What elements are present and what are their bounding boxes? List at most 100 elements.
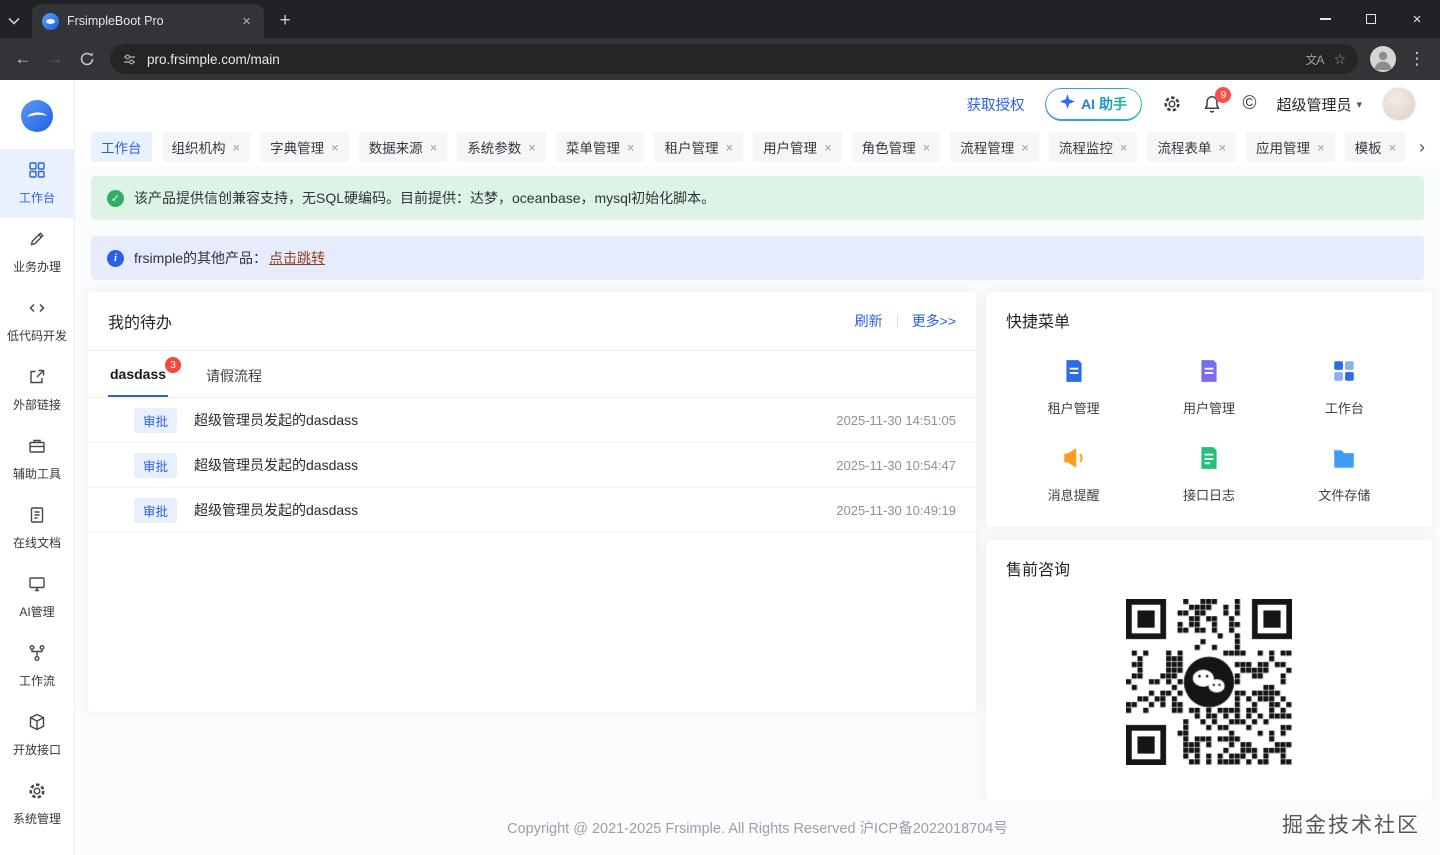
site-info-icon[interactable] — [122, 52, 137, 67]
wechat-qr-code — [1126, 599, 1292, 765]
tabs-scroll-right-icon[interactable]: › — [1410, 128, 1434, 166]
back-button[interactable]: ← — [8, 44, 38, 74]
quick-menu-item-api-log[interactable]: 接口日志 — [1141, 445, 1276, 504]
sidebar-item-workflow[interactable]: 工作流 — [0, 632, 75, 701]
sidebar-item-label: 工作台 — [18, 191, 55, 205]
todo-tab-label: 请假流程 — [206, 368, 263, 384]
tab-close-icon[interactable]: × — [923, 141, 931, 154]
sidebar-item-docs[interactable]: 在线文档 — [0, 494, 75, 563]
sidebar-item-label: 在线文档 — [12, 536, 61, 550]
tab-close-icon[interactable]: × — [1317, 141, 1325, 154]
app-logo[interactable] — [17, 96, 57, 141]
user-doc-icon — [1196, 358, 1222, 389]
tab-close-icon[interactable]: × — [233, 141, 241, 154]
quick-menu-item-message[interactable]: 消息提醒 — [1006, 445, 1141, 504]
minimize-icon — [1319, 18, 1331, 20]
settings-gear-icon[interactable] — [1162, 94, 1182, 114]
bookmark-star-icon[interactable]: ☆ — [1333, 51, 1346, 68]
page-tab[interactable]: 租户管理 × — [654, 132, 744, 162]
sidebar-item-system[interactable]: 系统管理 — [0, 770, 75, 839]
quick-menu-card: 快捷菜单 租户管理 用户管理 工作台 消息提醒 接口日志 文件存储 — [986, 292, 1432, 527]
todo-row[interactable]: 审批 超级管理员发起的dasdass 2025-11-30 10:49:19 — [88, 488, 976, 533]
todo-tab-leave-flow[interactable]: 请假流程 — [204, 351, 264, 397]
sidebar-item-external-links[interactable]: 外部链接 — [0, 356, 75, 425]
quick-menu-label: 消息提醒 — [1047, 488, 1100, 503]
sidebar-item-ai[interactable]: AI管理 — [0, 563, 75, 632]
get-license-link[interactable]: 获取授权 — [967, 94, 1025, 115]
maximize-button[interactable] — [1348, 0, 1394, 38]
page-tab[interactable]: 用户管理 × — [753, 132, 842, 162]
todo-tab-dasdass[interactable]: dasdass 3 — [108, 351, 182, 397]
tab-close-icon[interactable]: × — [331, 141, 339, 154]
tab-close-icon[interactable]: × — [725, 141, 733, 154]
notifications-bell-icon[interactable]: 9 — [1202, 87, 1232, 114]
page-tab[interactable]: 字典管理 × — [260, 132, 349, 162]
gear-icon — [27, 781, 47, 804]
todo-item-title: 超级管理员发起的dasdass — [194, 412, 359, 428]
close-window-button[interactable]: × — [1394, 0, 1440, 38]
todo-item-time: 2025-11-30 14:51:05 — [836, 412, 956, 428]
page-tab[interactable]: 模板 × — [1344, 132, 1407, 162]
sidebar-item-openapi[interactable]: 开放接口 — [0, 701, 75, 770]
success-banner-text: 该产品提供信创兼容支持，无SQL硬编码。目前提供：达梦，oceanbase，my… — [134, 190, 716, 206]
page-tab[interactable]: 流程管理 × — [950, 132, 1039, 162]
minimize-button[interactable] — [1302, 0, 1348, 38]
url-text[interactable]: pro.frsimple.com/main — [147, 52, 1295, 67]
copyright-icon[interactable]: © — [1242, 93, 1256, 115]
user-role-label: 超级管理员 — [1276, 96, 1352, 114]
url-bar[interactable]: pro.frsimple.com/main 文A ☆ — [110, 44, 1358, 74]
browser-menu-icon[interactable]: ⋮ — [1402, 44, 1432, 74]
document-icon — [27, 505, 47, 528]
page-tab[interactable]: 菜单管理 × — [555, 132, 645, 162]
todo-row[interactable]: 审批 超级管理员发起的dasdass 2025-11-30 14:51:05 — [88, 398, 976, 443]
page-tab[interactable]: 流程表单 × — [1147, 132, 1237, 162]
todo-item-title: 超级管理员发起的dasdass — [194, 502, 359, 518]
page-tab[interactable]: 数据来源 × — [358, 132, 448, 162]
page-tab-workbench[interactable]: 工作台 — [91, 132, 152, 162]
page-tab-label: 数据来源 — [368, 141, 423, 156]
sidebar-item-workbench[interactable]: 工作台 — [0, 149, 75, 218]
api-log-icon — [1196, 445, 1222, 476]
right-column: 快捷菜单 租户管理 用户管理 工作台 消息提醒 接口日志 文件存储 售前咨询 — [986, 292, 1432, 800]
sidebar-item-business[interactable]: 业务办理 — [0, 218, 75, 287]
forward-button[interactable]: → — [40, 44, 70, 74]
tab-close-icon[interactable]: × — [1389, 141, 1397, 154]
page-tab[interactable]: 系统参数 × — [457, 132, 546, 162]
quick-menu-item-user[interactable]: 用户管理 — [1141, 358, 1276, 417]
refresh-link[interactable]: 刷新 — [855, 311, 883, 331]
user-avatar[interactable] — [1382, 87, 1416, 121]
sidebar-item-tools[interactable]: 辅助工具 — [0, 425, 75, 494]
sidebar-item-label: AI管理 — [19, 605, 55, 619]
user-role-dropdown[interactable]: 超级管理员 ▾ — [1276, 94, 1362, 115]
browser-tab[interactable]: FrsimpleBoot Pro × — [32, 4, 264, 38]
browser-profile-avatar[interactable] — [1370, 46, 1396, 72]
tab-close-icon[interactable]: × — [824, 141, 832, 154]
sidebar-item-lowcode[interactable]: 低代码开发 — [0, 287, 75, 356]
jump-link[interactable]: 点击跳转 — [269, 250, 325, 266]
tab-close-icon[interactable]: × — [1218, 141, 1226, 154]
quick-menu-item-tenant[interactable]: 租户管理 — [1006, 358, 1141, 417]
todo-row[interactable]: 审批 超级管理员发起的dasdass 2025-11-30 10:54:47 — [88, 443, 976, 488]
tab-search-chevron-icon[interactable] — [0, 4, 28, 38]
quick-menu-item-file-storage[interactable]: 文件存储 — [1277, 445, 1412, 504]
page-tab[interactable]: 流程监控 × — [1048, 132, 1138, 162]
tab-close-icon[interactable]: × — [1120, 141, 1128, 154]
page-tab-label: 流程监控 — [1058, 141, 1113, 156]
workbench-grid-icon — [27, 160, 47, 183]
more-link[interactable]: 更多>> — [912, 311, 956, 331]
page-tab[interactable]: 角色管理 × — [851, 132, 941, 162]
page-tab[interactable]: 组织机构 × — [161, 132, 251, 162]
tab-close-icon[interactable]: × — [528, 141, 536, 154]
window-controls: × — [1302, 0, 1440, 38]
tab-close-icon[interactable]: × — [239, 13, 254, 30]
quick-menu-item-workbench[interactable]: 工作台 — [1277, 358, 1412, 417]
tab-close-icon[interactable]: × — [1021, 141, 1029, 154]
pencil-icon — [27, 229, 47, 252]
translate-icon[interactable]: 文A — [1305, 51, 1324, 68]
ai-assistant-button[interactable]: AI 助手 — [1044, 87, 1143, 121]
new-tab-button[interactable]: + — [270, 6, 300, 36]
refresh-button[interactable] — [72, 44, 102, 74]
page-tab[interactable]: 应用管理 × — [1246, 132, 1335, 162]
tab-close-icon[interactable]: × — [430, 141, 438, 154]
tab-close-icon[interactable]: × — [627, 141, 635, 154]
